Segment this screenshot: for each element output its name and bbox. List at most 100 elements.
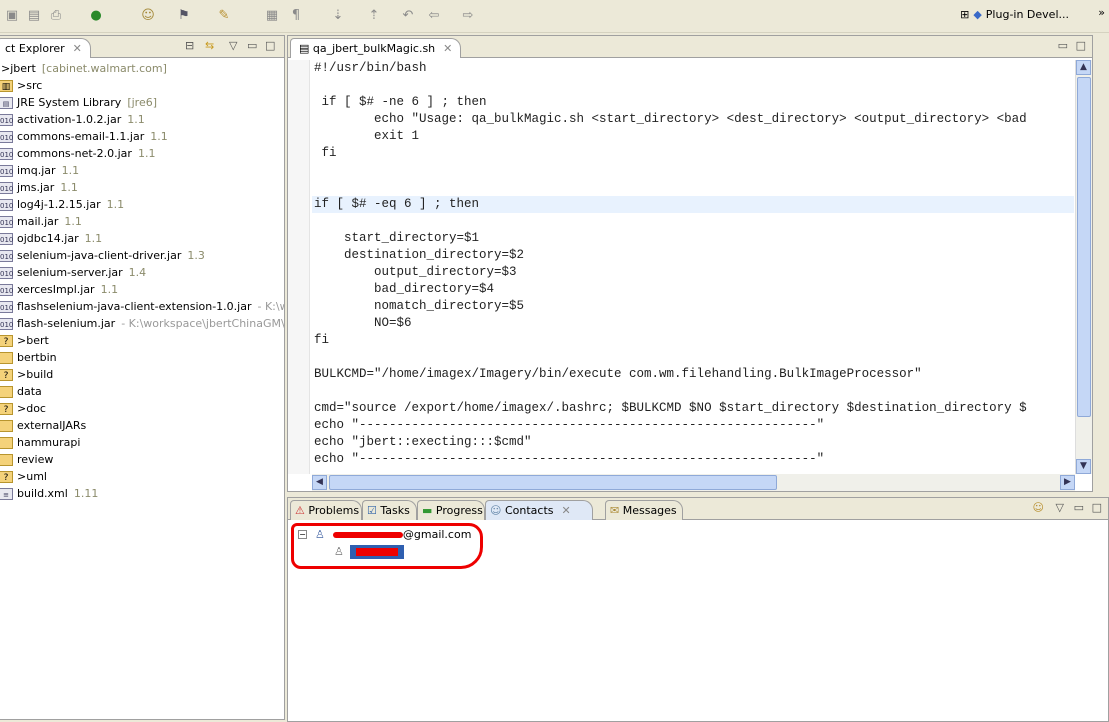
tab-problems[interactable]: ⚠ Problems [290,500,362,520]
horizontal-scroll-thumb[interactable] [329,475,777,490]
tree-item[interactable]: 010 log4j-1.2.15.jar 1.1 [0,196,284,213]
code-line: start_directory=$1 [314,231,480,245]
code-line: exit 1 [314,129,420,143]
maximize-icon[interactable]: □ [1076,39,1086,52]
tree-item[interactable]: ? >bert [0,332,284,349]
maximize-icon[interactable]: □ [1092,501,1102,514]
code-line: destination_directory=$2 [314,248,525,262]
run-icon[interactable]: ● [88,8,104,24]
prev-annotation-icon[interactable]: ⇡ [366,8,382,24]
launch-icon[interactable]: ✎ [216,8,232,24]
tree-item[interactable]: ? >uml [0,468,284,485]
editor-panel: ▤ qa_jbert_bulkMagic.sh ✕ ▭ □ #!/usr/bin/… [287,35,1093,492]
tab-editor-file[interactable]: ▤ qa_jbert_bulkMagic.sh ✕ [290,38,462,58]
tab-label: Tasks [380,504,410,517]
view-menu-icon[interactable]: ▽ [1056,501,1064,514]
tree-item[interactable]: ▣>jbert[cabinet.walmart.com] [0,60,284,77]
minimize-icon[interactable]: ▭ [247,39,257,52]
tree-item[interactable]: 010 ojdbc14.jar 1.1 [0,230,284,247]
folder-icon [0,385,13,398]
next-annotation-icon[interactable]: ⇣ [330,8,346,24]
back-icon[interactable]: ⇦ [426,8,442,24]
minimize-icon[interactable]: ▭ [1058,39,1068,52]
tab-label: Contacts [504,504,554,517]
tree-item[interactable]: ? >build [0,366,284,383]
code-line: if [ $# -ne 6 ] ; then [314,95,487,109]
block-icon[interactable]: ▦ [264,8,280,24]
contacts-icon[interactable]: ☺ [140,8,156,24]
collapse-all-icon[interactable]: ⊟ [185,39,194,52]
folder-unknown-icon: ? [0,368,13,381]
maximize-icon[interactable]: □ [265,39,275,52]
scroll-up-icon[interactable]: ▲ [1076,60,1091,75]
tree-item[interactable]: 010 mail.jar 1.1 [0,213,284,230]
tree-item[interactable]: ? >doc [0,400,284,417]
save-all-icon[interactable]: ▤ [26,8,42,24]
tree-item[interactable]: 010 xercesImpl.jar 1.1 [0,281,284,298]
view-menu-icon[interactable]: ▽ [229,39,237,52]
tree-item-label: mail.jar [17,215,59,228]
close-icon[interactable]: ✕ [73,42,82,55]
tree-item-label: >src [17,79,43,92]
perspective-switcher[interactable]: ⊞ ◆ Plug-in Devel... [960,8,1069,21]
horizontal-scrollbar[interactable]: ◀ ▶ [312,474,1075,491]
save-icon[interactable]: ▣ [4,8,20,24]
tree-item[interactable]: review [0,451,284,468]
scroll-right-icon[interactable]: ▶ [1060,475,1075,490]
tree-item[interactable]: ≡ build.xml 1.11 [0,485,284,502]
tree-item[interactable]: 010 commons-net-2.0.jar 1.1 [0,145,284,162]
show-whitespace-icon[interactable]: ¶ [288,8,304,24]
close-icon[interactable]: ✕ [443,42,452,55]
code-line: echo "Usage: qa_bulkMagic.sh <start_dire… [314,112,1027,126]
tree-item-decoration: [cabinet.walmart.com] [41,62,167,75]
code-line: echo "----------------------------------… [314,418,825,432]
vertical-scrollbar[interactable]: ▲ ▼ [1075,60,1092,474]
folder-unknown-icon: ? [0,334,13,347]
tree-item[interactable]: ▤ JRE System Library [jre6] [0,94,284,111]
tree-item[interactable]: 010 selenium-server.jar 1.4 [0,264,284,281]
tree-item-label: >uml [17,470,47,483]
tree-item[interactable]: bertbin [0,349,284,366]
tree-item[interactable]: 010 jms.jar 1.1 [0,179,284,196]
tab-messages[interactable]: ✉ Messages [605,500,683,520]
code-line [312,162,1074,179]
scroll-left-icon[interactable]: ◀ [312,475,327,490]
open-perspective-icon[interactable]: ⊞ [960,8,969,21]
tree-item[interactable]: hammurapi [0,434,284,451]
tab-label: Messages [622,504,677,517]
print-icon[interactable]: ⎙ [48,8,64,24]
tree-item[interactable]: 010 commons-email-1.1.jar 1.1 [0,128,284,145]
code-line [312,349,1074,366]
perspective-overflow[interactable]: » [1098,6,1105,19]
jar-icon: 010 [0,130,13,143]
tree-item-label: >build [17,368,54,381]
hierarchy-icon[interactable]: ⚑ [176,8,192,24]
link-editor-icon[interactable]: ⇆ [205,39,214,52]
forward-icon[interactable]: ⇨ [460,8,476,24]
minimize-icon[interactable]: ▭ [1074,501,1084,514]
tree-item-label: flash-selenium.jar [17,317,116,330]
perspective-label[interactable]: Plug-in Devel... [986,8,1069,21]
scroll-down-icon[interactable]: ▼ [1076,459,1091,474]
code-line: NO=$6 [314,316,412,330]
jar-icon: 010 [0,232,13,245]
contacts-view-icon[interactable]: ☺ [1033,501,1044,514]
annotation-highlight [291,523,483,569]
last-edit-icon[interactable]: ↶ [400,8,416,24]
tree-item[interactable]: 010 selenium-java-client-driver.jar 1.3 [0,247,284,264]
tab-tasks[interactable]: ☑ Tasks [362,500,417,520]
tab-progress[interactable]: ▬ Progress [417,500,485,520]
tree-item[interactable]: ▥ >src [0,77,284,94]
vertical-scroll-thumb[interactable] [1077,77,1091,417]
tree-item[interactable]: externalJARs [0,417,284,434]
tree-item[interactable]: data [0,383,284,400]
tree-item[interactable]: 010 flashselenium-java-client-extension-1… [0,298,284,315]
close-icon[interactable]: ✕ [562,504,571,517]
code-line: echo "jbert::execting:::$cmd" [314,435,532,449]
tree-item[interactable]: 010 flash-selenium.jar - K:\workspace\jber… [0,315,284,332]
tab-project-explorer[interactable]: ct Explorer ✕ [0,38,91,58]
code-editor[interactable]: #!/usr/bin/bash if [ $# -ne 6 ] ; then e… [312,60,1074,474]
tab-contacts[interactable]: ☺ Contacts ✕ [485,500,593,520]
tree-item[interactable]: 010 imq.jar 1.1 [0,162,284,179]
tree-item[interactable]: 010 activation-1.0.2.jar 1.1 [0,111,284,128]
